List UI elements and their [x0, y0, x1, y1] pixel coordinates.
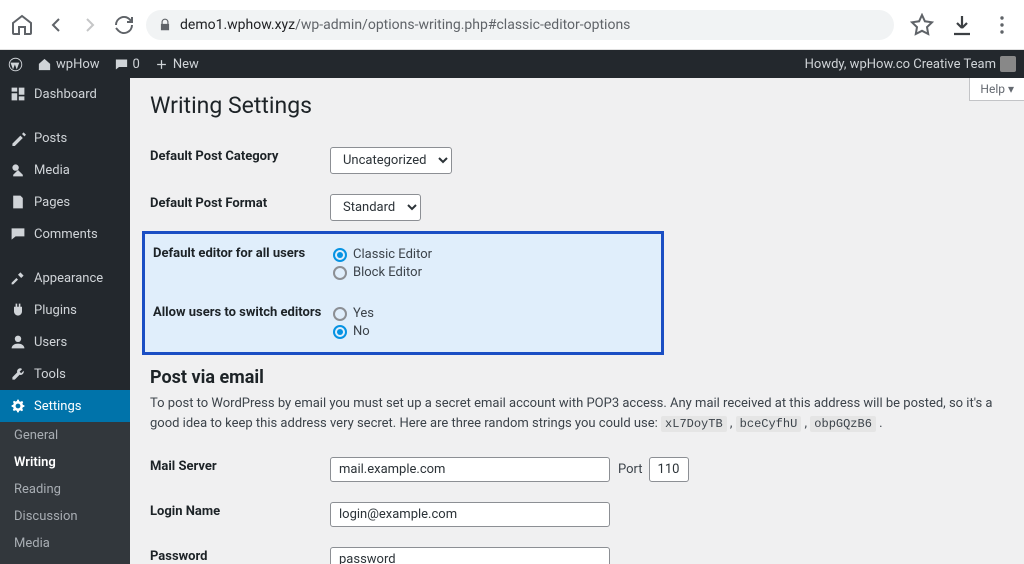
login-name-label: Login Name: [150, 492, 330, 537]
mail-server-label: Mail Server: [150, 447, 330, 492]
post-via-email-desc: To post to WordPress by email you must s…: [150, 394, 1004, 433]
wp-admin-bar: wpHow 0 New Howdy, wpHow.co Creative Tea…: [0, 50, 1024, 78]
wp-logo-icon[interactable]: [8, 57, 23, 72]
login-name-input[interactable]: [330, 502, 610, 527]
sidebar-sub-writing[interactable]: Writing: [0, 449, 130, 476]
sidebar-item-comments[interactable]: Comments: [0, 218, 130, 250]
help-tab-button[interactable]: Help ▾: [969, 78, 1024, 101]
default-post-category-select[interactable]: Uncategorized: [330, 147, 452, 174]
sidebar-item-plugins[interactable]: Plugins: [0, 294, 130, 326]
page-title: Writing Settings: [150, 92, 1004, 119]
password-label: Password: [150, 537, 330, 564]
sidebar-item-posts[interactable]: Posts: [0, 122, 130, 154]
url-host: demo1.wphow.xyz: [180, 17, 295, 33]
default-editor-label: Default editor for all users: [153, 234, 333, 293]
sidebar-sub-permalinks[interactable]: Permalinks: [0, 557, 130, 564]
port-input[interactable]: [649, 457, 689, 482]
sidebar-item-tools[interactable]: Tools: [0, 358, 130, 390]
download-icon[interactable]: [950, 13, 974, 37]
sidebar-sub-general[interactable]: General: [0, 422, 130, 449]
avatar: [1000, 56, 1016, 72]
sidebar-item-users[interactable]: Users: [0, 326, 130, 358]
default-post-format-label: Default Post Format: [150, 184, 330, 231]
back-arrow-icon[interactable]: [44, 13, 68, 37]
more-menu-icon[interactable]: [990, 13, 1014, 37]
radio-classic-editor[interactable]: Classic Editor: [333, 247, 653, 262]
radio-allow-switch-yes[interactable]: Yes: [333, 306, 653, 321]
admin-sidebar: Dashboard Posts Media Pages Comments App…: [0, 78, 130, 564]
radio-block-editor[interactable]: Block Editor: [333, 265, 653, 280]
sidebar-item-pages[interactable]: Pages: [0, 186, 130, 218]
new-content-button[interactable]: New: [154, 57, 199, 72]
comments-count[interactable]: 0: [114, 57, 140, 72]
home-icon[interactable]: [10, 13, 34, 37]
default-post-category-label: Default Post Category: [150, 137, 330, 184]
site-home-link[interactable]: wpHow: [37, 57, 100, 72]
allow-switch-label: Allow users to switch editors: [153, 293, 333, 352]
sidebar-sub-media[interactable]: Media: [0, 530, 130, 557]
radio-allow-switch-no[interactable]: No: [333, 324, 653, 339]
sidebar-item-appearance[interactable]: Appearance: [0, 262, 130, 294]
post-via-email-heading: Post via email: [150, 367, 1004, 388]
url-path: /wp-admin/options-writing.php#classic-ed…: [295, 17, 630, 33]
default-post-format-select[interactable]: Standard: [330, 194, 421, 221]
browser-toolbar: demo1.wphow.xyz/wp-admin/options-writing…: [0, 0, 1024, 50]
account-link[interactable]: Howdy, wpHow.co Creative Team: [805, 56, 1016, 72]
sidebar-item-dashboard[interactable]: Dashboard: [0, 78, 130, 110]
sidebar-sub-reading[interactable]: Reading: [0, 476, 130, 503]
sidebar-sub-discussion[interactable]: Discussion: [0, 503, 130, 530]
main-content: Help ▾ Writing Settings Default Post Cat…: [130, 78, 1024, 564]
classic-editor-options-highlight: Default editor for all users Classic Edi…: [142, 231, 664, 355]
password-input[interactable]: [330, 547, 610, 564]
lock-icon: [158, 18, 172, 32]
star-icon[interactable]: [910, 13, 934, 37]
port-label: Port: [618, 462, 643, 477]
sidebar-item-media[interactable]: Media: [0, 154, 130, 186]
forward-arrow-icon: [78, 13, 102, 37]
address-bar[interactable]: demo1.wphow.xyz/wp-admin/options-writing…: [146, 10, 894, 40]
mail-server-input[interactable]: [330, 457, 610, 482]
sidebar-item-settings[interactable]: Settings: [0, 390, 130, 422]
reload-icon[interactable]: [112, 13, 136, 37]
